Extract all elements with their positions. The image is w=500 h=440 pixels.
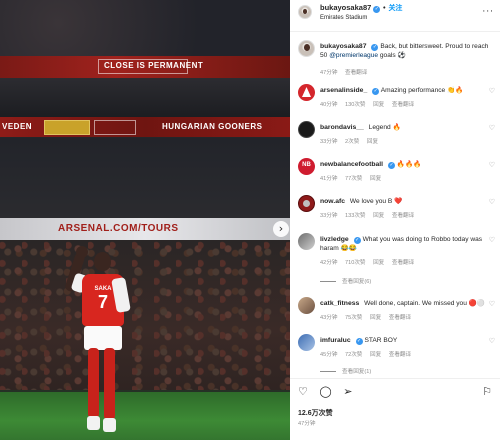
more-options-icon[interactable]: ···: [482, 7, 494, 17]
like-comment-icon[interactable]: ♡: [489, 236, 495, 244]
translate-link[interactable]: 查看翻译: [392, 102, 414, 108]
ad-text-1: CLOSE IS PERMANENT: [104, 61, 204, 70]
next-image-icon[interactable]: ›: [273, 221, 289, 237]
avatar[interactable]: [298, 297, 315, 314]
comment-text: STAR BOY: [364, 337, 398, 344]
comment-icon[interactable]: ◯: [319, 385, 331, 398]
like-comment-icon[interactable]: ♡: [489, 300, 495, 308]
comment-text: Amazing performance 👏🔥: [380, 87, 464, 94]
like-icon[interactable]: ♡: [298, 385, 308, 398]
ad-text-2: VEDEN: [2, 122, 33, 131]
translate-link[interactable]: 查看翻译: [392, 260, 414, 266]
ad-text-4: ARSENAL.COM/TOURS: [58, 223, 179, 234]
like-comment-icon[interactable]: ♡: [489, 198, 495, 206]
ad-banner-top: CLOSE IS PERMANENT: [0, 56, 290, 78]
verified-icon: ✓: [373, 6, 381, 13]
caption-text-after: goals ⚽: [378, 52, 406, 59]
mention-link[interactable]: @premierleague: [329, 52, 378, 59]
comment-time: 33分钟: [320, 213, 338, 219]
comment-text: Well done, captain. We missed you 🔴⚪: [364, 300, 486, 307]
comment-likes[interactable]: 130次赞: [345, 102, 366, 108]
player-figure: SAKA 7: [64, 246, 134, 438]
comment-username[interactable]: newbalancefootball: [320, 161, 383, 168]
verified-icon: ✓: [353, 237, 361, 244]
ad-text-3: HUNGARIAN GOONERS: [162, 122, 263, 131]
crowd-lower: [0, 138, 290, 218]
avatar[interactable]: [298, 334, 315, 351]
comment-text: 🔥🔥🔥: [396, 161, 422, 168]
comment-time: 42分钟: [320, 260, 338, 266]
shirt-number: 7: [97, 292, 108, 312]
avatar[interactable]: [298, 121, 315, 138]
translate-link[interactable]: 查看翻译: [389, 352, 411, 358]
comment-username[interactable]: imfuraluc: [320, 337, 351, 344]
comment-likes[interactable]: 72次赞: [345, 352, 362, 358]
post-header: bukayosaka87 ✓ • 关注 Emirates Stadium ···: [290, 0, 500, 32]
reply-button[interactable]: 回复: [373, 102, 384, 108]
like-comment-icon[interactable]: ♡: [489, 87, 495, 95]
like-comment-icon[interactable]: ♡: [489, 161, 495, 169]
comment-likes[interactable]: 77次赞: [345, 176, 362, 182]
location-link[interactable]: Emirates Stadium: [320, 15, 367, 21]
post-time: 47分钟: [298, 421, 316, 427]
translate-link[interactable]: 查看翻译: [345, 70, 367, 76]
comment-text: Legend 🔥: [368, 124, 401, 131]
reply-button[interactable]: 回复: [373, 260, 384, 266]
header-username[interactable]: bukayosaka87: [320, 3, 371, 12]
avatar[interactable]: [298, 5, 312, 19]
post-photo[interactable]: CLOSE IS PERMANENT VEDEN HUNGARIAN GOONE…: [0, 0, 290, 440]
caption-time: 47分钟: [320, 70, 338, 76]
share-icon[interactable]: ➢: [343, 385, 352, 398]
comments-list: bukayosaka87 ✓ Back, but bittersweet. Pro…: [290, 37, 500, 377]
comment-username[interactable]: arsenalinside_: [320, 87, 367, 94]
follow-button[interactable]: 关注: [388, 4, 402, 12]
ad-banner-middle: VEDEN HUNGARIAN GOONERS: [0, 117, 290, 137]
avatar[interactable]: [298, 40, 315, 57]
reply-button[interactable]: 回复: [370, 352, 381, 358]
verified-icon: ✓: [371, 44, 379, 51]
comment-time: 43分钟: [320, 315, 338, 321]
crowd-middle: [0, 78, 290, 117]
comment-username[interactable]: now.afc: [320, 198, 345, 205]
comment-likes[interactable]: 133次赞: [345, 213, 366, 219]
avatar[interactable]: [298, 84, 315, 101]
like-comment-icon[interactable]: ♡: [489, 124, 495, 132]
verified-icon: ✓: [355, 338, 363, 345]
bookmark-icon[interactable]: ⚐: [482, 385, 492, 398]
view-replies-button[interactable]: 查看回复(1): [320, 367, 371, 375]
translate-link[interactable]: 查看翻译: [389, 315, 411, 321]
comment-username[interactable]: catk_fitness: [320, 300, 359, 307]
comment-username[interactable]: barondavis__: [320, 124, 364, 131]
reply-button[interactable]: 回复: [370, 315, 381, 321]
translate-link[interactable]: 查看翻译: [392, 213, 414, 219]
post-actions: ♡ ◯ ➢ ⚐ 12.6万次赞 47分钟: [290, 378, 500, 440]
verified-icon: ✓: [372, 88, 380, 95]
comment-time: 40分钟: [320, 102, 338, 108]
comment-username[interactable]: livzledge: [320, 236, 349, 243]
avatar[interactable]: [298, 158, 315, 175]
comment-time: 33分钟: [320, 139, 338, 145]
crowd-upper: [0, 0, 290, 58]
comment-text: We love you B ❤️: [349, 198, 403, 205]
avatar[interactable]: [298, 233, 315, 250]
verified-icon: ✓: [388, 162, 396, 169]
comment-time: 41分钟: [320, 176, 338, 182]
comment-likes[interactable]: 75次赞: [345, 315, 362, 321]
comment-likes[interactable]: 2次赞: [345, 139, 359, 145]
reply-button[interactable]: 回复: [367, 139, 378, 145]
comment-panel: bukayosaka87 ✓ • 关注 Emirates Stadium ··· bu…: [290, 0, 500, 440]
likes-count[interactable]: 12.6万次赞: [298, 408, 333, 418]
comment-time: 45分钟: [320, 352, 338, 358]
like-comment-icon[interactable]: ♡: [489, 337, 495, 345]
comment-likes[interactable]: 710次赞: [345, 260, 366, 266]
reply-button[interactable]: 回复: [373, 213, 384, 219]
pitch: [0, 392, 290, 440]
avatar[interactable]: [298, 195, 315, 212]
caption-username[interactable]: bukayosaka87: [320, 43, 366, 50]
view-replies-button[interactable]: 查看回复(6): [320, 277, 371, 285]
crowd-front: [0, 240, 290, 390]
ad-banner-tours: ARSENAL.COM/TOURS: [0, 218, 290, 240]
reply-button[interactable]: 回复: [370, 176, 381, 182]
